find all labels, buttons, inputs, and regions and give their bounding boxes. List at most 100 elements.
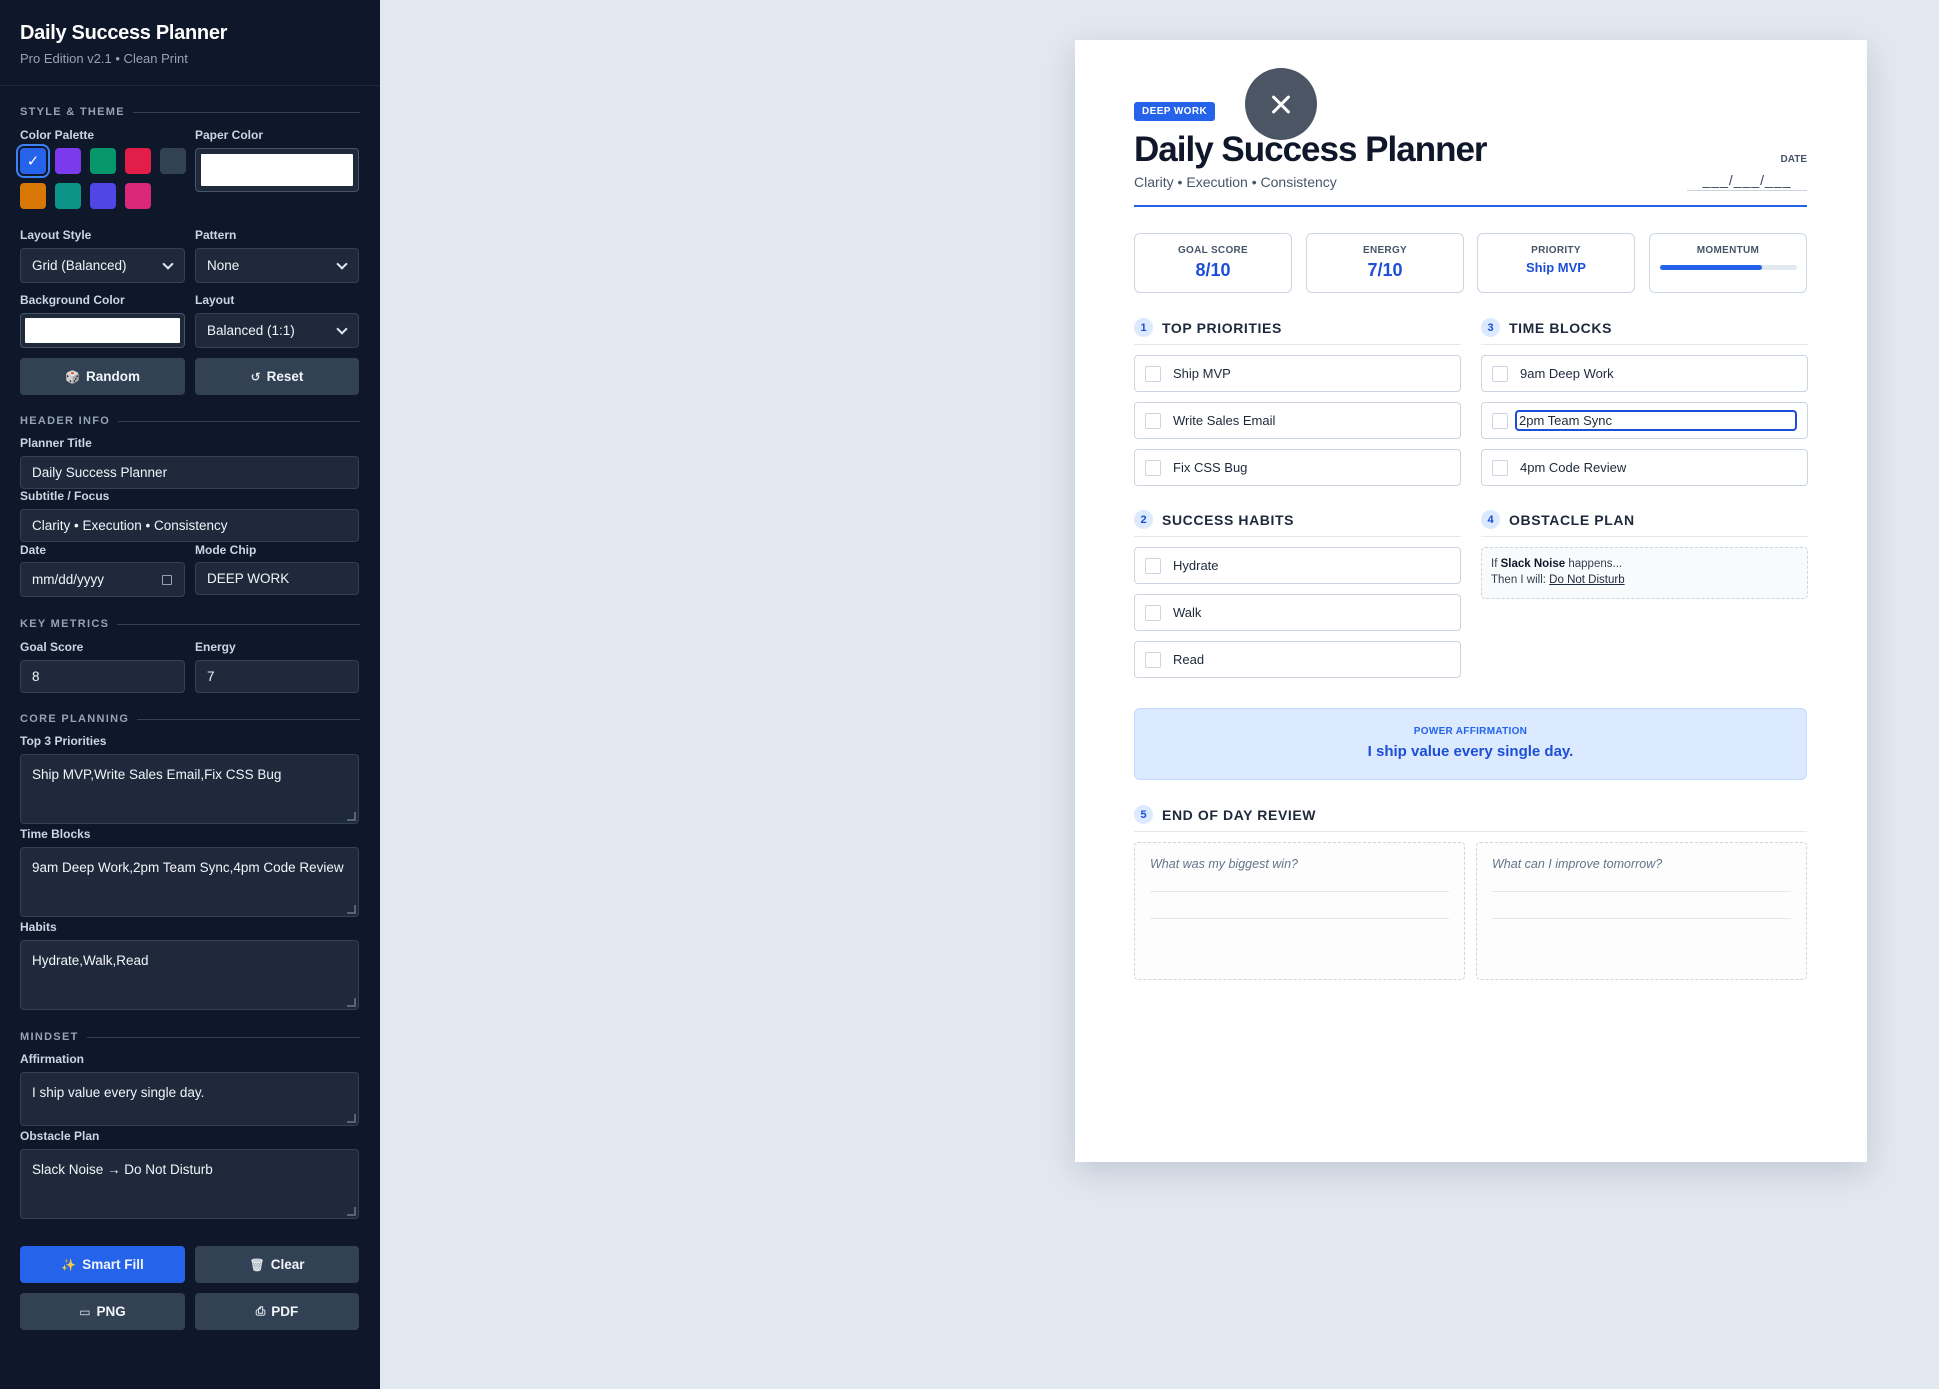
color-swatch[interactable] bbox=[160, 148, 186, 174]
habit-item[interactable]: Read bbox=[1134, 641, 1461, 678]
priority-item[interactable]: Fix CSS Bug bbox=[1134, 449, 1461, 486]
paper-color-picker[interactable] bbox=[195, 148, 359, 192]
color-swatch[interactable] bbox=[125, 183, 151, 209]
planner-title-value: Daily Success Planner bbox=[32, 465, 168, 480]
png-export-button[interactable]: ▭ PNG bbox=[20, 1293, 185, 1330]
habits-label: Habits bbox=[20, 920, 57, 934]
resize-handle-icon[interactable] bbox=[347, 1207, 356, 1216]
priorities-label: Top 3 Priorities bbox=[20, 734, 107, 748]
color-swatch[interactable] bbox=[125, 148, 151, 174]
priority-item[interactable]: Ship MVP bbox=[1134, 355, 1461, 392]
color-swatch[interactable] bbox=[55, 148, 81, 174]
metric-label: PRIORITY bbox=[1531, 245, 1581, 256]
resize-handle-icon[interactable] bbox=[347, 998, 356, 1007]
color-swatch[interactable]: ✓ bbox=[20, 148, 46, 174]
habits-textarea[interactable]: Hydrate,Walk,Read bbox=[20, 940, 359, 1010]
color-swatch[interactable] bbox=[55, 183, 81, 209]
metric-priority: PRIORITY Ship MVP bbox=[1477, 233, 1635, 293]
writing-line bbox=[1492, 918, 1791, 919]
metric-momentum: MOMENTUM bbox=[1649, 233, 1807, 293]
goal-score-value: 8 bbox=[32, 669, 40, 684]
review-box-improve[interactable]: What can I improve tomorrow? bbox=[1476, 842, 1807, 980]
resize-handle-icon[interactable] bbox=[347, 905, 356, 914]
energy-label: Energy bbox=[195, 640, 236, 654]
mode-chip-input[interactable]: DEEP WORK bbox=[195, 562, 359, 595]
obstacle-textarea[interactable]: Slack Noise → Do Not Disturb bbox=[20, 1149, 359, 1219]
clear-button[interactable]: 🗑 Clear bbox=[195, 1246, 359, 1283]
time-block-item[interactable]: 4pm Code Review bbox=[1481, 449, 1808, 486]
checkbox[interactable] bbox=[1145, 459, 1161, 476]
writing-line bbox=[1492, 891, 1791, 892]
palette-label: Color Palette bbox=[20, 128, 95, 142]
priorities-textarea[interactable]: Ship MVP,Write Sales Email,Fix CSS Bug bbox=[20, 754, 359, 824]
calendar-icon[interactable] bbox=[162, 574, 172, 585]
habit-item[interactable]: Walk bbox=[1134, 594, 1461, 631]
checkbox[interactable] bbox=[1492, 365, 1508, 382]
review-question: What can I improve tomorrow? bbox=[1492, 857, 1663, 871]
affirmation-heading: POWER AFFIRMATION bbox=[1413, 726, 1528, 737]
subtitle-label: Subtitle / Focus bbox=[20, 489, 110, 503]
section-end-of-day-review: 5 END OF DAY REVIEW bbox=[1134, 805, 1807, 832]
checkbox[interactable] bbox=[1145, 557, 1161, 574]
resize-handle-icon[interactable] bbox=[347, 1114, 356, 1123]
bg-color-picker[interactable] bbox=[20, 313, 185, 348]
affirmation-textarea[interactable]: I ship value every single day. bbox=[20, 1072, 359, 1126]
section-heading: 5 END OF DAY REVIEW bbox=[1134, 805, 1807, 832]
priority-text: Ship MVP bbox=[1173, 366, 1231, 381]
pattern-select[interactable]: None bbox=[195, 248, 359, 283]
goal-score-input[interactable]: 8 bbox=[20, 660, 185, 693]
chevron-down-icon bbox=[336, 322, 348, 335]
time-block-item[interactable]: 9am Deep Work bbox=[1481, 355, 1808, 392]
metric-label: GOAL SCORE bbox=[1177, 245, 1249, 256]
header-rule bbox=[1134, 205, 1807, 207]
habit-item[interactable]: Hydrate bbox=[1134, 547, 1461, 584]
resize-handle-icon[interactable] bbox=[347, 812, 356, 821]
random-button[interactable]: 🎲 Random bbox=[20, 358, 185, 395]
time-block-text-editing[interactable]: 2pm Team Sync bbox=[1515, 410, 1797, 431]
color-swatch[interactable] bbox=[90, 183, 116, 209]
metric-label: ENERGY bbox=[1362, 245, 1408, 256]
color-swatch[interactable] bbox=[90, 148, 116, 174]
metric-value: 8/10 bbox=[1195, 260, 1231, 280]
section-header-info: HEADER INFO bbox=[20, 415, 360, 427]
checkbox[interactable] bbox=[1145, 651, 1161, 668]
energy-input[interactable]: 7 bbox=[195, 660, 359, 693]
metric-value: Ship MVP bbox=[1526, 260, 1586, 275]
checkbox[interactable] bbox=[1145, 412, 1161, 429]
section-style: STYLE & THEME bbox=[20, 106, 360, 118]
smart-fill-button[interactable]: ✨ Smart Fill bbox=[20, 1246, 185, 1283]
obstacle-value: Slack Noise → Do Not Disturb bbox=[32, 1162, 213, 1177]
habits-value: Hydrate,Walk,Read bbox=[32, 953, 149, 968]
reset-button[interactable]: ↺ Reset bbox=[195, 358, 359, 395]
time-blocks-textarea[interactable]: 9am Deep Work,2pm Team Sync,4pm Code Rev… bbox=[20, 847, 359, 917]
sidebar-title: Daily Success Planner bbox=[20, 22, 228, 44]
goal-score-label: Goal Score bbox=[20, 640, 84, 654]
reset-button-label: Reset bbox=[266, 369, 304, 384]
pdf-export-button[interactable]: ⎙ PDF bbox=[195, 1293, 359, 1330]
mode-chip-label: Mode Chip bbox=[195, 543, 257, 557]
section-time-blocks: 3 TIME BLOCKS bbox=[1481, 318, 1808, 345]
checkbox[interactable] bbox=[1492, 459, 1508, 476]
checkbox[interactable] bbox=[1492, 412, 1508, 429]
priority-item[interactable]: Write Sales Email bbox=[1134, 402, 1461, 439]
planner-subtitle: Clarity • Execution • Consistency bbox=[1134, 174, 1337, 190]
planner-title-input[interactable]: Daily Success Planner bbox=[20, 456, 359, 489]
printer-icon: ⎙ bbox=[255, 1304, 266, 1318]
color-swatch[interactable] bbox=[20, 183, 46, 209]
layout-select[interactable]: Balanced (1:1) bbox=[195, 313, 359, 348]
layout-style-value: Grid (Balanced) bbox=[32, 258, 127, 273]
section-core-planning-label: CORE PLANNING bbox=[20, 713, 130, 725]
layout-style-label: Layout Style bbox=[20, 228, 92, 242]
subtitle-value: Clarity • Execution • Consistency bbox=[32, 518, 228, 533]
chevron-down-icon bbox=[162, 257, 174, 270]
review-box-win[interactable]: What was my biggest win? bbox=[1134, 842, 1465, 980]
time-block-item[interactable]: 2pm Team Sync bbox=[1481, 402, 1808, 439]
section-key-metrics-label: KEY METRICS bbox=[20, 618, 110, 630]
power-affirmation: POWER AFFIRMATION I ship value every sin… bbox=[1134, 708, 1807, 780]
section-title: TOP PRIORITIES bbox=[1162, 319, 1282, 336]
checkbox[interactable] bbox=[1145, 365, 1161, 382]
checkbox[interactable] bbox=[1145, 604, 1161, 621]
layout-style-select[interactable]: Grid (Balanced) bbox=[20, 248, 185, 283]
date-input[interactable]: mm/dd/yyyy bbox=[20, 562, 185, 597]
subtitle-input[interactable]: Clarity • Execution • Consistency bbox=[20, 509, 359, 542]
